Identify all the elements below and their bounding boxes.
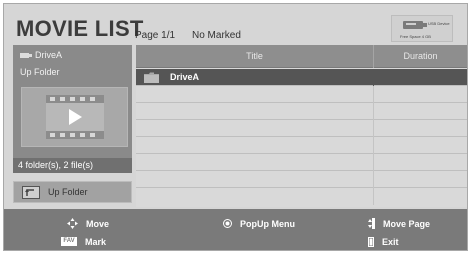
item-count-bar: 4 folder(s), 2 file(s) <box>13 158 132 173</box>
empty-row <box>136 137 467 154</box>
fav-key-icon: FAV <box>61 237 77 246</box>
button-hint-bar: Move PopUp Menu Move Page FAV Mark Exit <box>4 209 467 250</box>
usb-device-name: USB Device <box>428 21 450 26</box>
hint-popup-menu: PopUp Menu <box>223 217 295 230</box>
empty-row <box>136 171 467 188</box>
hint-exit-label: Exit <box>382 236 399 247</box>
column-divider <box>373 137 374 154</box>
drive-label: DriveA <box>35 50 63 60</box>
column-divider <box>373 171 374 188</box>
list-item[interactable]: DriveA <box>136 69 467 86</box>
list-rows: DriveA <box>136 69 467 205</box>
movie-preview <box>21 87 128 147</box>
hint-popup-menu-label: PopUp Menu <box>240 218 295 229</box>
up-folder-icon <box>22 186 40 199</box>
column-divider <box>373 86 374 103</box>
usb-drive-icon <box>20 52 32 58</box>
folder-icon <box>144 72 159 83</box>
hint-mark-label: Mark <box>85 236 107 247</box>
ok-circle-icon <box>223 219 232 228</box>
empty-row <box>136 188 467 205</box>
empty-row <box>136 86 467 103</box>
column-header-duration: Duration <box>403 51 438 61</box>
film-icon <box>46 95 104 139</box>
hint-move-page-label: Move Page <box>383 218 431 229</box>
column-divider <box>373 154 374 171</box>
column-divider <box>373 120 374 137</box>
column-divider <box>373 69 374 86</box>
list-header: Title Duration <box>136 45 467 68</box>
column-divider <box>373 103 374 120</box>
marked-status: No Marked <box>192 30 241 41</box>
empty-row <box>136 120 467 137</box>
empty-row <box>136 103 467 120</box>
hint-move-page: Move Page <box>367 217 430 230</box>
usb-device-info: USB Device Free Space 4 GB <box>391 15 453 42</box>
file-list: Title Duration DriveA <box>136 45 467 207</box>
list-item-name: DriveA <box>170 72 200 82</box>
item-count: 4 folder(s), 2 file(s) <box>18 160 94 170</box>
current-folder-label: Up Folder <box>20 67 60 77</box>
movie-list-screen: MOVIE LIST Page 1/1 No Marked USB Device… <box>3 3 468 251</box>
exit-key-icon <box>368 236 374 247</box>
page-indicator: Page 1/1 <box>135 30 176 41</box>
hint-move: Move <box>67 217 109 230</box>
empty-row <box>136 154 467 171</box>
navigation-arrows-icon <box>67 218 78 229</box>
usb-free-space: Free Space 4 GB <box>400 34 431 39</box>
page-title: MOVIE LIST <box>16 16 144 41</box>
hint-exit: Exit <box>368 235 399 248</box>
folder-info-panel: DriveA Up Folder 4 folder(s), 2 file(s) <box>13 45 132 173</box>
up-folder-button[interactable]: Up Folder <box>13 181 132 203</box>
hint-mark: FAV Mark <box>61 235 106 248</box>
column-header-title: Title <box>246 51 263 61</box>
usb-device-icon <box>403 21 427 29</box>
hint-move-label: Move <box>86 218 110 229</box>
drive-row: DriveA <box>20 49 62 61</box>
up-folder-button-label: Up Folder <box>48 187 88 197</box>
column-divider <box>373 188 374 205</box>
page-updown-icon <box>368 218 375 229</box>
